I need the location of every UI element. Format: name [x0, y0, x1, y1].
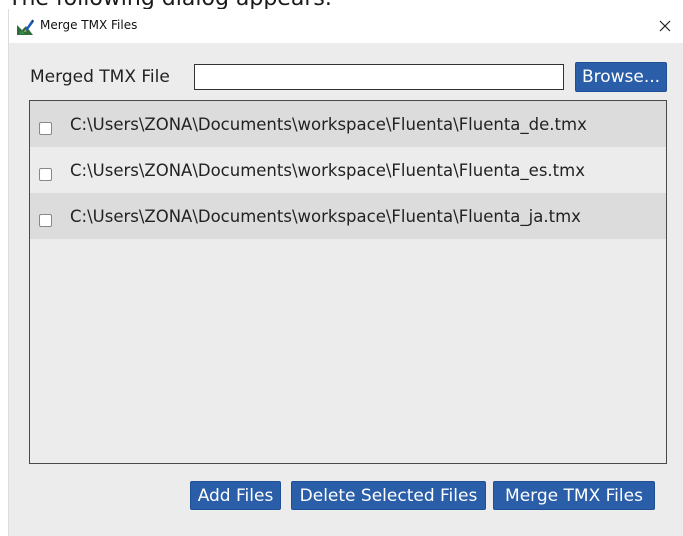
file-list-item[interactable]: C:\Users\ZONA\Documents\workspace\Fluent… [30, 101, 666, 147]
file-list-item[interactable]: C:\Users\ZONA\Documents\workspace\Fluent… [30, 193, 666, 239]
file-path-label: C:\Users\ZONA\Documents\workspace\Fluent… [70, 114, 587, 134]
window-title: Merge TMX Files [40, 18, 138, 32]
merge-tmx-app-icon [17, 19, 34, 35]
file-select-checkbox[interactable] [39, 168, 52, 181]
merged-tmx-file-label: Merged TMX File [30, 67, 170, 87]
delete-selected-files-button[interactable]: Delete Selected Files [291, 481, 486, 510]
file-path-label: C:\Users\ZONA\Documents\workspace\Fluent… [70, 206, 581, 226]
title-bar: Merge TMX Files [9, 9, 683, 43]
file-list-item[interactable]: C:\Users\ZONA\Documents\workspace\Fluent… [30, 147, 666, 193]
close-button[interactable] [652, 13, 678, 39]
file-select-checkbox[interactable] [39, 122, 52, 135]
merged-tmx-file-input[interactable] [194, 64, 564, 90]
browse-button[interactable]: Browse... [575, 62, 667, 92]
file-list[interactable]: C:\Users\ZONA\Documents\workspace\Fluent… [29, 100, 667, 464]
merge-tmx-files-button[interactable]: Merge TMX Files [493, 481, 655, 510]
file-select-checkbox[interactable] [39, 214, 52, 227]
add-files-button[interactable]: Add Files [190, 481, 281, 510]
close-icon [659, 20, 671, 32]
file-path-label: C:\Users\ZONA\Documents\workspace\Fluent… [70, 160, 585, 180]
merge-tmx-dialog: Merge TMX Files Merged TMX File Browse..… [8, 9, 683, 536]
